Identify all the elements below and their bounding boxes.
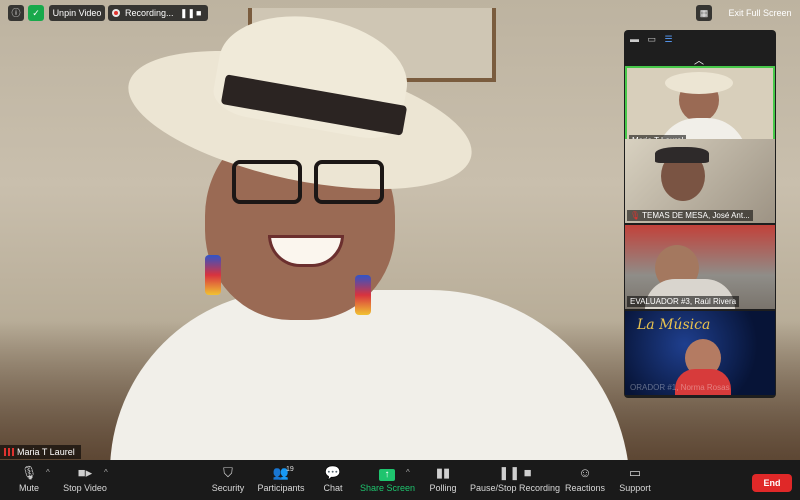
pause-recording-icon[interactable]: ❚❚ xyxy=(180,5,195,21)
participant-name: ORADOR #1, Norma Rosas xyxy=(630,383,730,392)
earring-right xyxy=(355,275,371,315)
participants-icon: 👥 xyxy=(272,465,290,480)
hat-thumbnail xyxy=(665,72,733,94)
shield-icon[interactable]: ✓ xyxy=(28,5,44,21)
meeting-toolbar: 🎙 Mute ^ ■▸ Stop Video ^ ⛉ Security 👥 19… xyxy=(0,460,800,500)
support-icon: ▭ xyxy=(628,465,642,480)
participant-glasses xyxy=(232,160,392,204)
end-meeting-button[interactable]: End xyxy=(752,474,792,492)
participant-tile[interactable]: Maria T Laurel xyxy=(625,66,775,150)
participant-tile[interactable]: 🎙 TEMAS DE MESA, José Ant... xyxy=(625,139,775,223)
pause-stop-recording-button[interactable]: ❚❚ ■ Pause/Stop Recording xyxy=(470,464,560,494)
participant-tile[interactable]: La Música ORADOR #1, Norma Rosas xyxy=(625,311,775,395)
participant-name: 🎙 TEMAS DE MESA, José Ant... xyxy=(627,210,753,221)
stop-recording-icon[interactable]: ■ xyxy=(196,5,201,21)
main-participant-name: Maria T Laurel xyxy=(0,445,81,459)
mute-button[interactable]: 🎙 Mute xyxy=(12,464,46,494)
scroll-up-icon[interactable]: ︿ xyxy=(694,52,704,67)
single-view-icon[interactable]: ▭ xyxy=(648,34,657,44)
background-overlay-text: La Música xyxy=(637,317,711,333)
gallery-view-controls: ▬ ▭ ☰ xyxy=(624,30,776,48)
recording-dot-icon xyxy=(112,9,120,17)
participant-count: 19 xyxy=(286,466,294,473)
reactions-button[interactable]: ☺ Reactions xyxy=(564,464,606,494)
cap-thumbnail xyxy=(655,147,709,163)
info-icon[interactable]: ⓘ xyxy=(8,5,24,21)
chat-button[interactable]: 💬 Chat xyxy=(318,464,348,494)
earring-left xyxy=(205,255,221,295)
participant-gallery: ▬ ▭ ☰ ︿ Maria T Laurel 🎙TEMAS DE MESA, J… xyxy=(624,30,776,398)
share-options-chevron-icon[interactable]: ^ xyxy=(406,468,410,477)
stop-video-button[interactable]: ■▸ Stop Video xyxy=(60,464,110,494)
reactions-icon: ☺ xyxy=(578,465,592,480)
audio-options-chevron-icon[interactable]: ^ xyxy=(46,468,50,477)
connection-signal-icon xyxy=(4,448,14,456)
chat-icon: 💬 xyxy=(324,465,342,480)
microphone-icon: 🎙 xyxy=(20,465,38,480)
participant-shirt xyxy=(110,290,630,460)
shield-icon: ⛉ xyxy=(223,465,233,480)
gallery-grid-icon[interactable]: ▦ xyxy=(696,5,712,21)
security-button[interactable]: ⛉ Security xyxy=(208,464,248,494)
minimize-icon[interactable]: ▬ xyxy=(630,34,639,44)
unpin-video-button[interactable]: Unpin Video xyxy=(49,5,105,21)
recording-indicator: Recording... ❚❚ ■ xyxy=(108,5,208,21)
pause-stop-recording-icon: ❚❚ ■ xyxy=(498,465,532,480)
polling-icon: ▮▮ xyxy=(435,465,451,480)
video-camera-icon: ■▸ xyxy=(77,465,93,480)
participant-name: EVALUADOR #3, Raúl Rivera xyxy=(627,296,740,307)
strip-view-icon[interactable]: ☰ xyxy=(665,34,673,44)
support-button[interactable]: ▭ Support xyxy=(618,464,652,494)
participants-button[interactable]: 👥 19 Participants xyxy=(256,464,306,494)
video-options-chevron-icon[interactable]: ^ xyxy=(104,468,108,477)
participant-tile[interactable]: EVALUADOR #3, Raúl Rivera xyxy=(625,225,775,309)
recording-label: Recording... xyxy=(125,8,174,18)
muted-mic-icon: 🎙 xyxy=(630,211,641,220)
polling-button[interactable]: ▮▮ Polling xyxy=(426,464,460,494)
exit-full-screen-button[interactable]: Exit Full Screen xyxy=(724,5,796,21)
meeting-top-bar: ⓘ ✓ Unpin Video Recording... ❚❚ ■ ▦ Exit… xyxy=(0,0,800,26)
